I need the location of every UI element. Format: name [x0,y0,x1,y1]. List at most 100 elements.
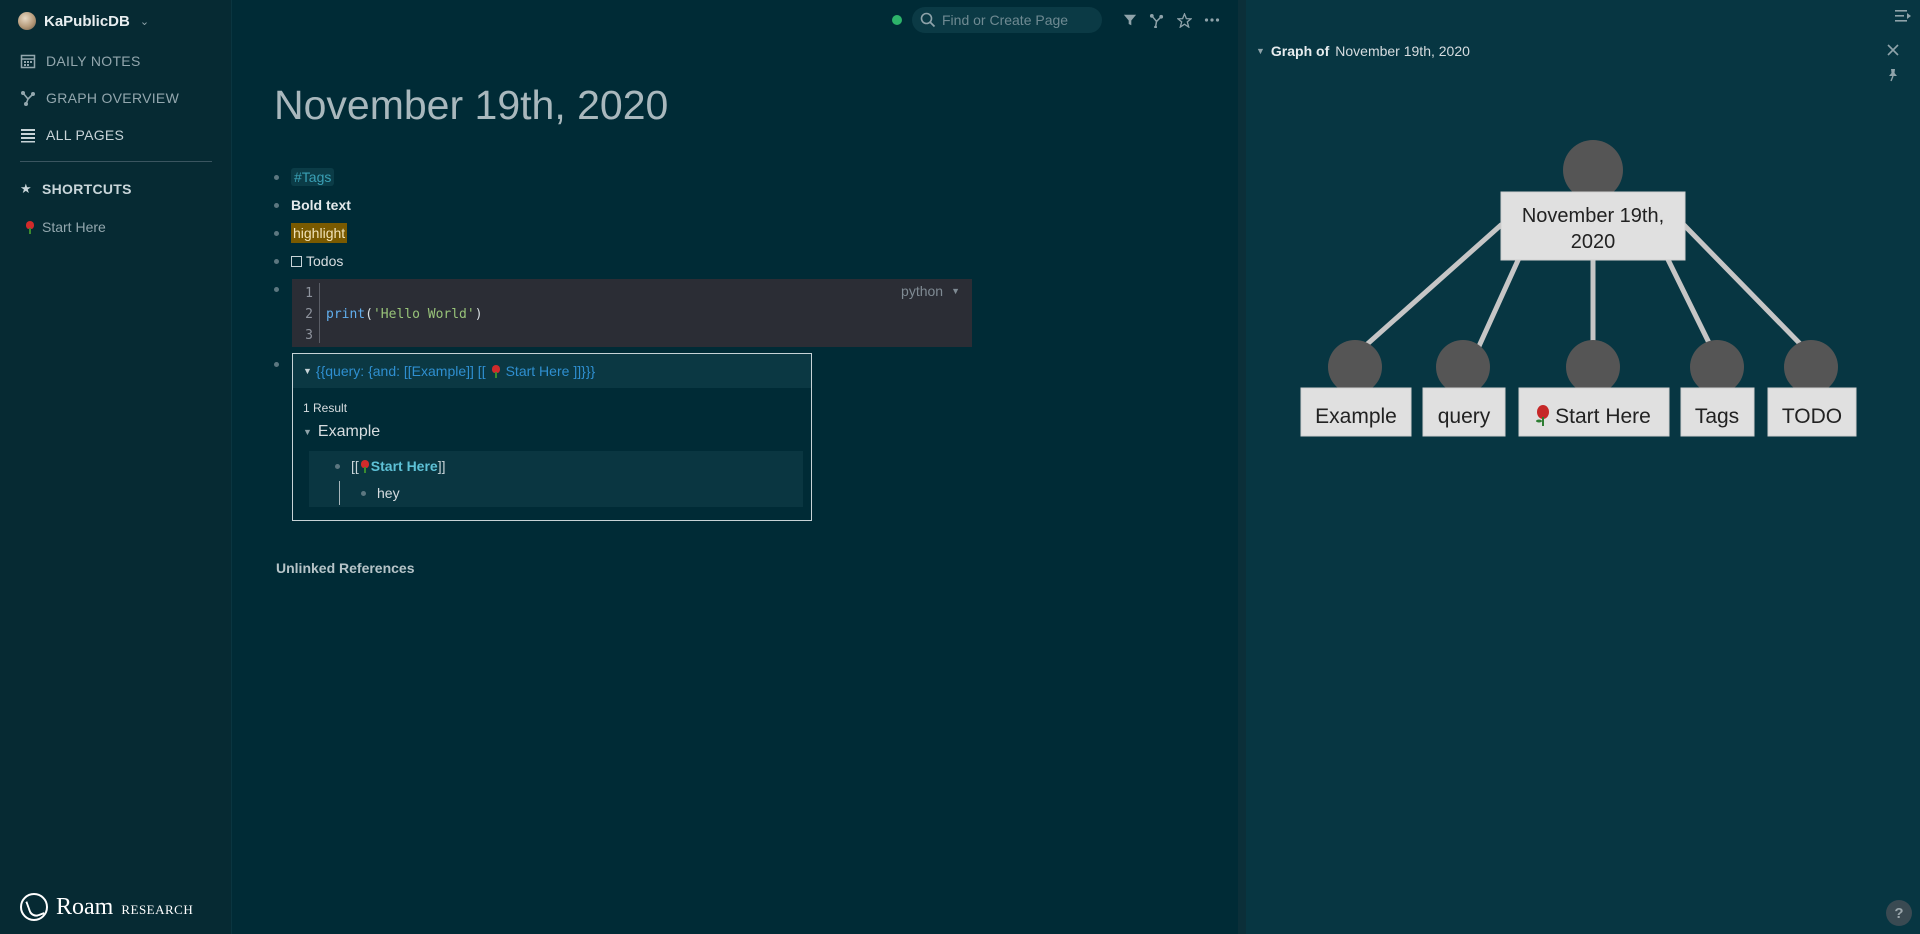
block-bullet[interactable] [274,258,279,264]
line-number: 3 [305,328,313,343]
nav-daily-notes-label: DAILY NOTES [46,53,141,69]
chevron-down-icon: ▼ [951,286,960,296]
query-expression-page[interactable]: Start Here [506,363,570,379]
code-content[interactable]: print('Hello World') [326,283,483,346]
graph-node-query[interactable]: query [1422,340,1506,437]
right-sidebar: ▼ Graph of November 19th, 2020 November … [1246,0,1920,934]
shortcuts-label: SHORTCUTS [41,181,132,197]
graph-node-tags[interactable]: Tags [1680,340,1755,437]
graph-node-label: query [1438,405,1491,428]
graph-node-circle[interactable] [1566,340,1620,394]
page-link-start-here[interactable]: Start Here [371,458,438,474]
code-paren-open: ( [365,307,373,322]
top-bar [232,0,1238,40]
link-bracket-open: [[ [351,458,359,474]
database-selector[interactable]: KaPublicDB ⌄ [18,10,149,32]
block-bullet[interactable] [361,490,366,496]
unlinked-references-toggle[interactable]: Unlinked References [276,560,415,576]
left-sidebar: KaPublicDB ⌄ DAILY NOTES GRAPH OVERVIEW … [0,0,232,934]
block-query-bullet[interactable] [274,352,291,376]
star-outline-icon[interactable] [1174,10,1194,30]
nav-all-pages-label: ALL PAGES [46,127,125,143]
roam-research-logo: Roam RESEARCH [20,892,193,922]
database-avatar [18,12,36,30]
caret-down-icon[interactable]: ▼ [303,366,312,376]
code-function: print [326,307,366,322]
language-label: python [901,283,944,299]
language-selector[interactable]: python ▼ [901,283,960,299]
query-header[interactable]: ▼ {{query: {and: [[Example]] [[ Start He… [293,354,811,388]
child-thread-line [339,481,340,505]
brand-subtitle: RESEARCH [121,902,194,917]
block-bullet[interactable] [274,286,279,292]
help-button[interactable]: ? [1886,900,1912,926]
query-group-title[interactable]: Example [318,423,380,441]
code-line-numbers: 1 2 3 [292,283,320,343]
graph-icon [21,91,35,106]
rose-icon [24,220,36,234]
graph-node-todo[interactable]: TODO [1767,340,1857,437]
graph-node-label: 2020 [1571,231,1616,253]
line-number: 2 [305,307,313,322]
rose-icon [490,364,502,378]
block-code-bullet[interactable] [274,277,291,301]
caret-down-icon[interactable]: ▼ [303,427,312,437]
graph-node-circle[interactable] [1328,340,1382,394]
database-name: KaPublicDB [44,12,130,30]
block-bold[interactable]: Bold text [274,193,351,217]
search-input[interactable] [942,12,1092,28]
graph-node-circle[interactable] [1563,140,1623,200]
panel-resizer[interactable] [1238,0,1246,934]
graph-node-circle[interactable] [1784,340,1838,394]
query-expression-prefix: {{query: {and: [[Example]] [[ [315,363,486,379]
nav-graph-overview-label: GRAPH OVERVIEW [46,90,180,106]
graph-node-circle[interactable] [1690,340,1744,394]
star-icon: ★ [20,181,32,196]
graph-node-label: Tags [1695,405,1739,428]
query-result-count: 1 Result [303,401,348,415]
graph-node-root[interactable]: November 19th, 2020 [1500,140,1686,261]
child-text: hey [377,485,400,501]
shortcut-label: Start Here [42,219,106,235]
search-box[interactable] [912,7,1102,33]
query-block[interactable]: ▼ {{query: {and: [[Example]] [[ Start He… [292,353,812,521]
nav-daily-notes[interactable]: DAILY NOTES [20,50,141,72]
graph-node-start-here[interactable]: Start Here [1518,340,1670,437]
page-graph[interactable]: November 19th, 2020 Example query Start … [1246,0,1920,934]
page-title[interactable]: November 19th, 2020 [274,82,668,129]
filter-icon[interactable] [1120,10,1140,30]
graph-view-icon[interactable] [1146,10,1166,30]
query-result-group[interactable]: ▼ Example [303,423,380,441]
todo-label: Todos [306,253,344,269]
block-bullet[interactable] [274,174,279,180]
nav-graph-overview[interactable]: GRAPH OVERVIEW [20,87,179,109]
block-bullet[interactable] [274,361,279,367]
tag-link[interactable]: #Tags [291,168,335,186]
link-bracket-close: ]] [437,458,446,474]
query-result-item: [[ Start Here ]] hey [309,451,803,507]
rose-icon [359,459,371,473]
sidebar-divider [20,161,212,162]
graph-node-label: Example [1315,405,1397,428]
calendar-icon [20,54,36,69]
line-number: 1 [305,286,313,301]
graph-node-circle[interactable] [1436,340,1490,394]
nav-all-pages[interactable]: ALL PAGES [20,124,124,146]
block-tags[interactable]: #Tags [274,165,335,189]
shortcut-start-here[interactable]: Start Here [24,216,106,238]
roam-logo-icon [20,893,48,921]
block-todo[interactable]: Todos [274,249,343,273]
block-highlight[interactable]: highlight [274,221,348,245]
graph-node-label: TODO [1782,405,1842,428]
block-bullet[interactable] [335,463,340,469]
search-icon [920,12,936,28]
block-bullet[interactable] [274,230,279,236]
graph-node-example[interactable]: Example [1300,340,1412,437]
query-result-child[interactable]: hey [361,485,400,501]
query-result-block[interactable]: [[ Start Here ]] [335,458,445,474]
block-bullet[interactable] [274,202,279,208]
code-block[interactable]: 1 2 3 print('Hello World') python ▼ [292,279,972,347]
todo-checkbox[interactable] [291,255,302,267]
more-options-icon[interactable] [1202,10,1222,30]
graph-node-label: Start Here [1555,405,1651,428]
